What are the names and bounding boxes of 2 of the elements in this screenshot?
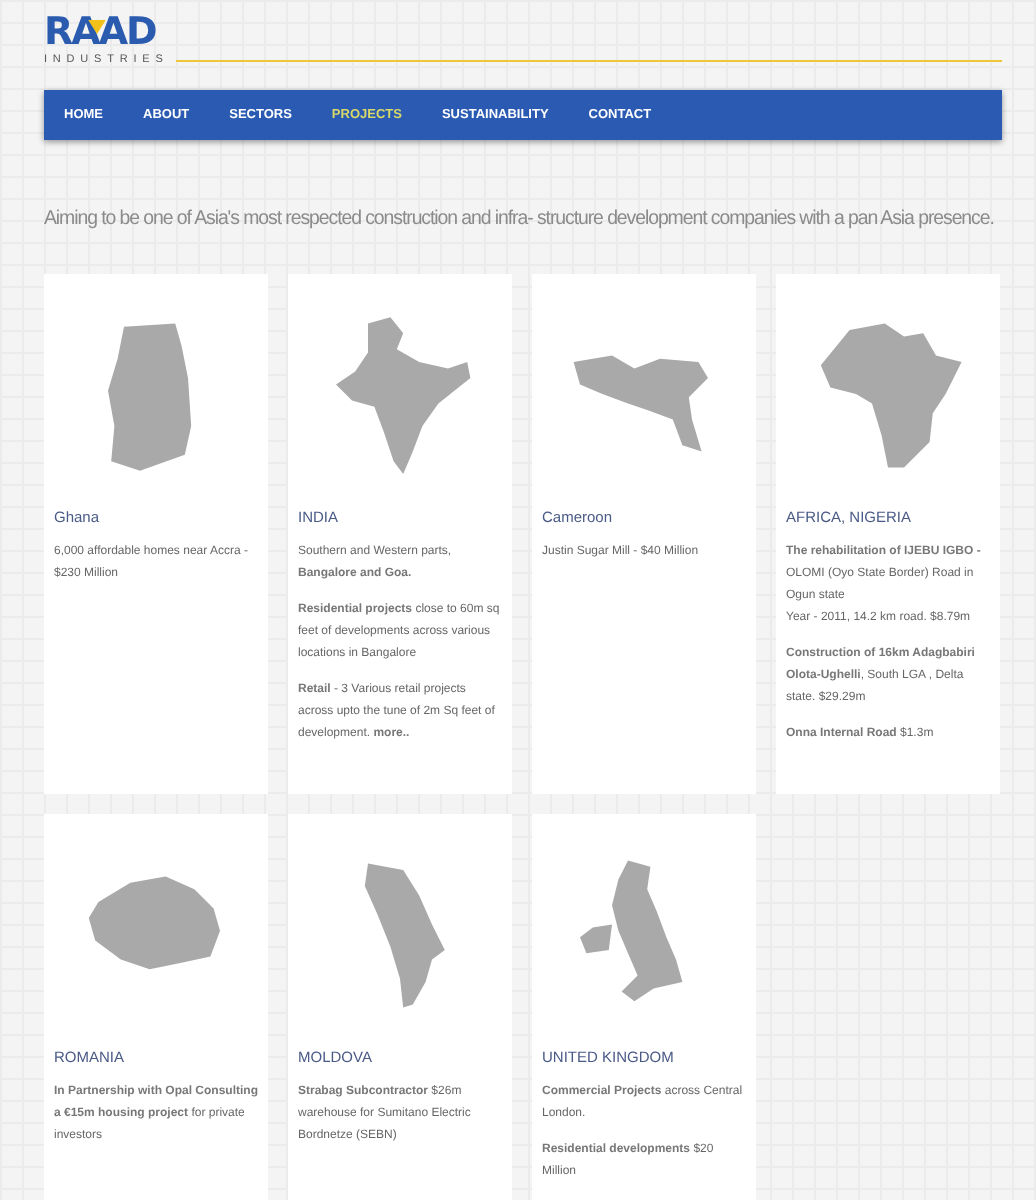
logo-wordmark[interactable]: RAAD [44,10,156,54]
tagline: Aiming to be one of Asia's most respected construction and infra- structure development companies with a pan Asia presence. [44,208,996,230]
